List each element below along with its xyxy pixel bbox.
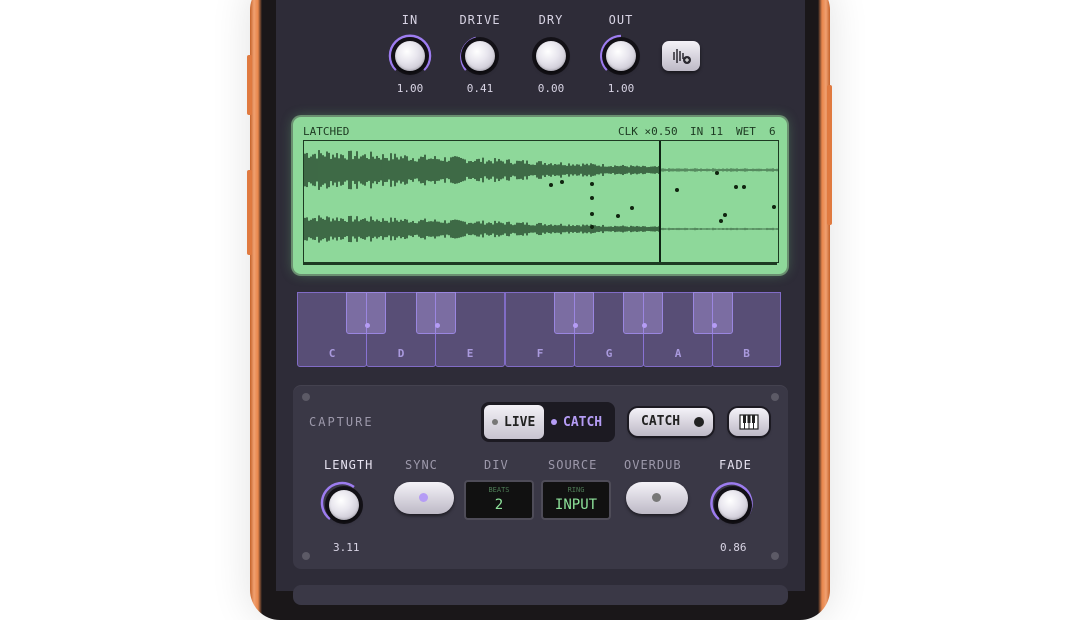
knob-in-value: 1.00 [396, 82, 424, 95]
overdub-label: OVERDUB [624, 458, 682, 472]
knob-dry-value: 0.00 [537, 82, 565, 95]
sync-indicator [419, 493, 428, 502]
key-a-sharp[interactable] [693, 292, 733, 334]
side-button-right [827, 85, 832, 225]
source-display[interactable]: RING INPUT [541, 480, 611, 520]
knob-dry[interactable]: DRY 0.00 [527, 13, 575, 95]
catch-button[interactable]: CATCH [629, 408, 713, 436]
key-g-sharp[interactable] [623, 292, 663, 334]
display-baseline [303, 263, 777, 265]
length-value: 3.11 [333, 541, 360, 554]
record-dot-icon [694, 417, 704, 427]
fade-label: FADE [719, 458, 752, 472]
key-d-sharp[interactable] [416, 292, 456, 334]
fade-knob[interactable] [709, 481, 757, 529]
capture-panel: CAPTURE LIVE CATCH CATCH LENGTH SYNC DIV… [293, 385, 788, 569]
length-knob[interactable] [320, 481, 368, 529]
knob-drive-value: 0.41 [466, 82, 494, 95]
live-option[interactable]: LIVE [484, 405, 544, 439]
display-clk: CLK ×0.50 [618, 125, 678, 138]
overdub-toggle[interactable] [626, 482, 688, 514]
div-label: DIV [484, 458, 509, 472]
knob-out[interactable]: OUT 1.00 [597, 13, 645, 95]
fade-value: 0.86 [720, 541, 747, 554]
knob-out-label: OUT [608, 13, 634, 27]
display-wet: WET [736, 125, 756, 138]
display-in: IN 11 [690, 125, 724, 138]
piano-icon [739, 414, 759, 430]
sync-toggle[interactable] [394, 482, 454, 514]
waveform-area[interactable] [303, 140, 779, 263]
knob-dry-label: DRY [538, 13, 564, 27]
knob-drive[interactable]: DRIVE 0.41 [456, 13, 504, 95]
waveform-display: LATCHED CLK ×0.50 IN 11 WET 6 [293, 117, 787, 274]
capture-title: CAPTURE [309, 415, 374, 429]
length-label: LENGTH [324, 458, 374, 472]
catch-option[interactable]: CATCH [547, 405, 612, 439]
side-button-left-1 [247, 55, 252, 115]
knob-out-value: 1.00 [607, 82, 635, 95]
source-label: SOURCE [548, 458, 598, 472]
keyboard-toggle-button[interactable] [729, 408, 769, 436]
next-panel [293, 585, 788, 605]
screw-icon [771, 393, 779, 401]
knob-drive-label: DRIVE [459, 13, 501, 27]
piano-keyboard: C D E F G A B [297, 292, 781, 369]
screw-icon [302, 552, 310, 560]
div-display[interactable]: BEATS 2 [464, 480, 534, 520]
knob-in[interactable]: IN 1.00 [386, 13, 434, 95]
display-status: LATCHED [303, 125, 350, 138]
display-wet-value: 6 [769, 125, 776, 138]
key-c-sharp[interactable] [346, 292, 386, 334]
screw-icon [302, 393, 310, 401]
add-waveform-button[interactable] [662, 41, 700, 71]
waveform-graphic [304, 141, 778, 262]
key-f-sharp[interactable] [554, 292, 594, 334]
sync-label: SYNC [405, 458, 438, 472]
knob-in-label: IN [401, 13, 419, 27]
overdub-indicator [652, 493, 661, 502]
waveform-add-icon [673, 49, 691, 64]
side-button-left-2 [247, 170, 252, 255]
screw-icon [771, 552, 779, 560]
live-catch-toggle: LIVE CATCH [481, 402, 615, 442]
